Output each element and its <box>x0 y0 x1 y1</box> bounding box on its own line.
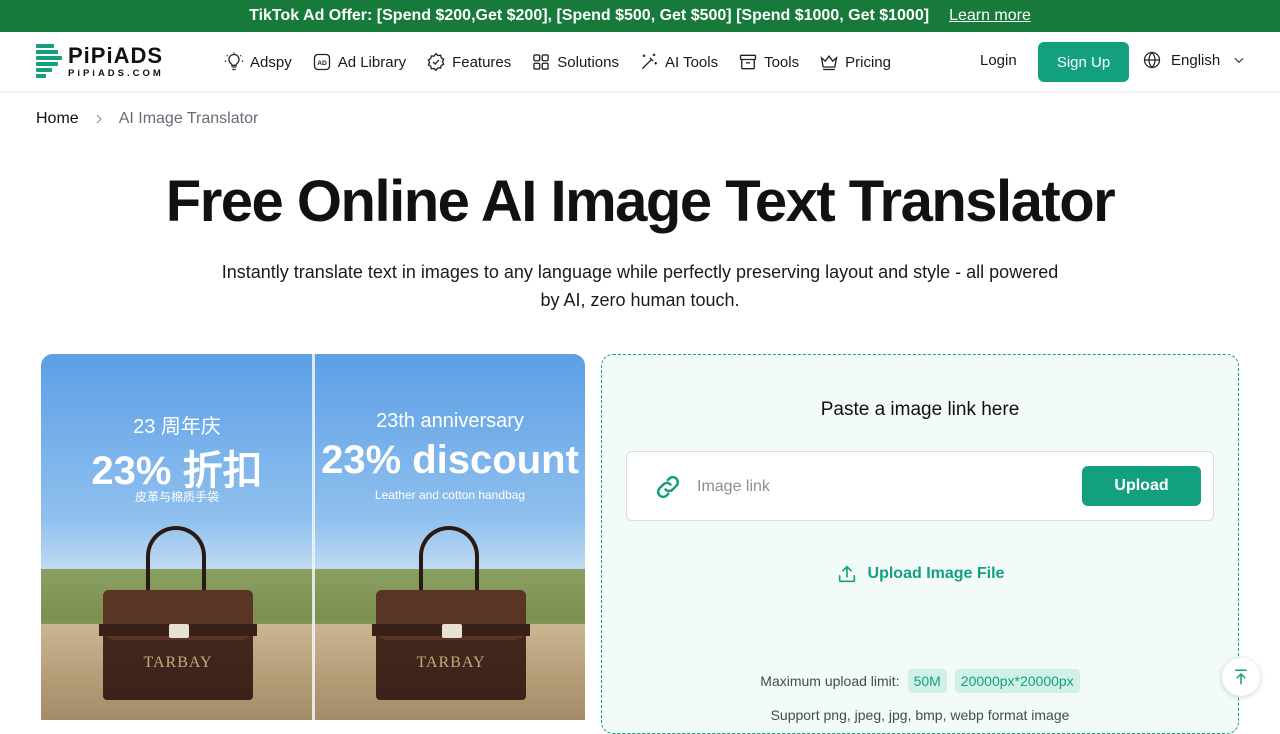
nav-label: Ad Library <box>337 53 407 71</box>
crown-icon <box>820 55 838 71</box>
translated-line2: 23% discount <box>321 438 579 482</box>
signup-button[interactable]: Sign Up <box>1038 42 1129 82</box>
arrow-up-to-top-icon <box>1235 669 1247 685</box>
nav-label: Adspy <box>250 53 292 71</box>
translated-line3: Leather and cotton handbag <box>374 488 526 502</box>
breadcrumb-home[interactable]: Home <box>36 110 79 128</box>
logo-mark-icon <box>36 44 62 80</box>
limit-size-tag: 50M <box>907 669 947 693</box>
limit-dims-tag: 20000px*20000px <box>954 669 1080 693</box>
ad-icon: AD <box>313 53 330 71</box>
breadcrumb-current: AI Image Translator <box>118 110 259 127</box>
upload-image-file-button[interactable]: Upload Image File <box>602 563 1238 585</box>
promo-text: TikTok Ad Offer: [Spend $200,Get $200], … <box>249 7 930 24</box>
page-title: Free Online AI Image Text Translator <box>165 169 1116 234</box>
paste-link-title: Paste a image link here <box>820 399 1020 420</box>
svg-text:AD: AD <box>317 60 327 67</box>
original-line1: 23 周年庆 <box>133 416 221 438</box>
nav-label: Tools <box>764 53 800 71</box>
supported-formats-text: Support png, jpeg, jpg, bmp, webp format… <box>770 707 1070 723</box>
top-navbar: PiPiADS PiPiADS.COM Adspy AD Ad Library … <box>0 32 1280 92</box>
translated-image-half: TARBAY 23th anniversary 23% discount Lea… <box>314 354 585 720</box>
nav-label: AI Tools <box>665 53 719 71</box>
upload-button[interactable]: Upload <box>1082 466 1201 506</box>
archive-icon <box>739 54 757 70</box>
back-to-top-button[interactable] <box>1222 658 1260 696</box>
image-link-input[interactable] <box>697 470 1067 504</box>
nav-item-ai-tools[interactable]: AI Tools <box>639 52 718 72</box>
nav-label: Solutions <box>557 53 619 71</box>
link-icon <box>656 475 680 499</box>
upload-icon <box>838 565 855 583</box>
handbag-image: TARBAY <box>372 590 530 700</box>
page-subtitle: Instantly translate text in images to an… <box>221 262 1059 310</box>
limit-label: Maximum upload limit: <box>760 673 900 689</box>
upload-file-label: Upload Image File <box>867 565 1005 582</box>
nav-label: Features <box>452 53 512 71</box>
nav-item-solutions[interactable]: Solutions <box>531 52 619 72</box>
main-menu: Adspy AD Ad Library Features Solutions A… <box>224 32 911 92</box>
chevron-down-icon <box>1234 57 1244 64</box>
promo-banner: TikTok Ad Offer: [Spend $200,Get $200], … <box>0 0 1280 32</box>
nav-item-pricing[interactable]: Pricing <box>819 52 891 72</box>
original-line3: 皮革与棉质手袋 <box>134 490 219 504</box>
globe-icon <box>1143 51 1161 69</box>
logo[interactable]: PiPiADS PiPiADS.COM <box>36 44 176 80</box>
nav-item-ad-library[interactable]: AD Ad Library <box>312 52 406 72</box>
learn-more-link[interactable]: Learn more <box>949 7 1031 25</box>
login-link[interactable]: Login <box>980 52 1017 69</box>
language-selector[interactable]: English <box>1142 50 1246 70</box>
nav-label: Pricing <box>845 53 891 71</box>
nav-item-tools[interactable]: Tools <box>738 52 799 72</box>
badge-check-icon <box>427 52 445 72</box>
before-after-preview-image: TARBAY 23 周年庆 23% 折扣 皮革与棉质手袋 TARBAY 23th… <box>41 354 585 720</box>
magic-wand-icon <box>641 53 657 70</box>
logo-name: PiPiADS <box>68 43 164 69</box>
translated-line1: 23th anniversary <box>376 410 524 432</box>
language-label: English <box>1171 51 1221 69</box>
grid-icon <box>533 54 550 70</box>
chevron-right-icon <box>96 114 102 124</box>
handbag-image: TARBAY <box>99 590 257 700</box>
breadcrumb: Home AI Image Translator <box>36 110 258 128</box>
nav-item-adspy[interactable]: Adspy <box>224 52 292 72</box>
upload-panel: Paste a image link here Upload Upload Im… <box>601 354 1239 734</box>
logo-domain: PiPiADS.COM <box>68 68 164 80</box>
lightbulb-icon <box>224 52 244 71</box>
bag-brand-text: TARBAY <box>143 654 213 671</box>
upload-limit: Maximum upload limit: 50M 20000px*20000p… <box>602 669 1238 693</box>
bag-brand-text: TARBAY <box>416 654 486 671</box>
original-image-half: TARBAY 23 周年庆 23% 折扣 皮革与棉质手袋 <box>41 354 313 720</box>
compare-divider[interactable] <box>312 354 315 720</box>
image-link-field: Upload <box>626 451 1214 521</box>
nav-item-features[interactable]: Features <box>426 52 511 72</box>
